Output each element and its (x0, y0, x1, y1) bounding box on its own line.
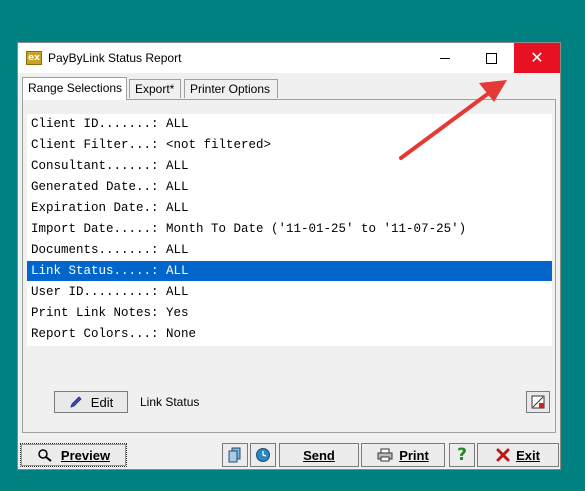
maximize-button[interactable] (468, 43, 514, 73)
maximize-icon (485, 52, 497, 64)
tab-printer-options[interactable]: Printer Options (184, 79, 278, 98)
send-button[interactable]: Send (279, 443, 359, 467)
edit-button-label: Edit (90, 394, 114, 410)
exit-button[interactable]: Exit (477, 443, 559, 467)
range-item-import-date[interactable]: Import Date.....: Month To Date ('11-01-… (27, 219, 552, 239)
send-button-label: Send (303, 447, 335, 463)
minimize-icon (440, 57, 450, 59)
app-icon: ex (26, 51, 42, 65)
close-button[interactable]: ✕ (514, 43, 560, 73)
help-button[interactable]: ? (449, 443, 475, 467)
window-title: PayByLink Status Report (48, 51, 182, 65)
preview-button-label: Preview (60, 447, 111, 463)
copy-button[interactable] (222, 443, 248, 467)
range-list[interactable]: Client ID.......: ALL Client Filter...: … (27, 114, 552, 346)
range-item-generated-date[interactable]: Generated Date..: ALL (27, 177, 552, 197)
range-item-link-status[interactable]: Link Status.....: ALL (27, 261, 552, 281)
tab-range-selections[interactable]: Range Selections (22, 77, 127, 100)
close-icon: ✕ (530, 48, 544, 67)
edit-current-item: Link Status (140, 395, 200, 409)
range-item-report-colors[interactable]: Report Colors...: None (27, 324, 552, 344)
print-button[interactable]: Print (361, 443, 445, 467)
range-item-print-link-notes[interactable]: Print Link Notes: Yes (27, 303, 552, 323)
range-item-expiration-date[interactable]: Expiration Date.: ALL (27, 198, 552, 218)
range-item-client-filter[interactable]: Client Filter...: <not filtered> (27, 135, 552, 155)
schedule-button[interactable] (250, 443, 276, 467)
clear-grid-icon (531, 395, 545, 409)
report-window: ex PayByLink Status Report ✕ Range Selec… (17, 42, 561, 470)
range-item-user-id[interactable]: User ID.........: ALL (27, 282, 552, 302)
exit-x-icon (496, 448, 510, 462)
tab-export[interactable]: Export* (129, 79, 181, 98)
edit-button[interactable]: Edit (54, 391, 128, 413)
exit-button-label: Exit (516, 447, 540, 463)
magnifier-icon (38, 449, 52, 462)
clock-icon (256, 448, 270, 462)
clear-selection-button[interactable] (526, 391, 550, 413)
title-bar[interactable]: ex PayByLink Status Report ✕ (18, 43, 560, 73)
range-item-consultant[interactable]: Consultant......: ALL (27, 156, 552, 176)
minimize-button[interactable] (422, 43, 468, 73)
print-button-label: Print (399, 447, 429, 463)
copy-pages-icon (228, 447, 241, 463)
printer-icon (377, 448, 393, 462)
preview-button[interactable]: Preview (20, 443, 127, 467)
range-selections-panel: Client ID.......: ALL Client Filter...: … (22, 99, 556, 433)
action-button-bar: Preview Send Print ? Exit (18, 441, 560, 469)
range-item-client-id[interactable]: Client ID.......: ALL (27, 114, 552, 134)
pencil-icon (70, 396, 82, 408)
help-icon: ? (457, 445, 467, 465)
range-item-documents[interactable]: Documents.......: ALL (27, 240, 552, 260)
